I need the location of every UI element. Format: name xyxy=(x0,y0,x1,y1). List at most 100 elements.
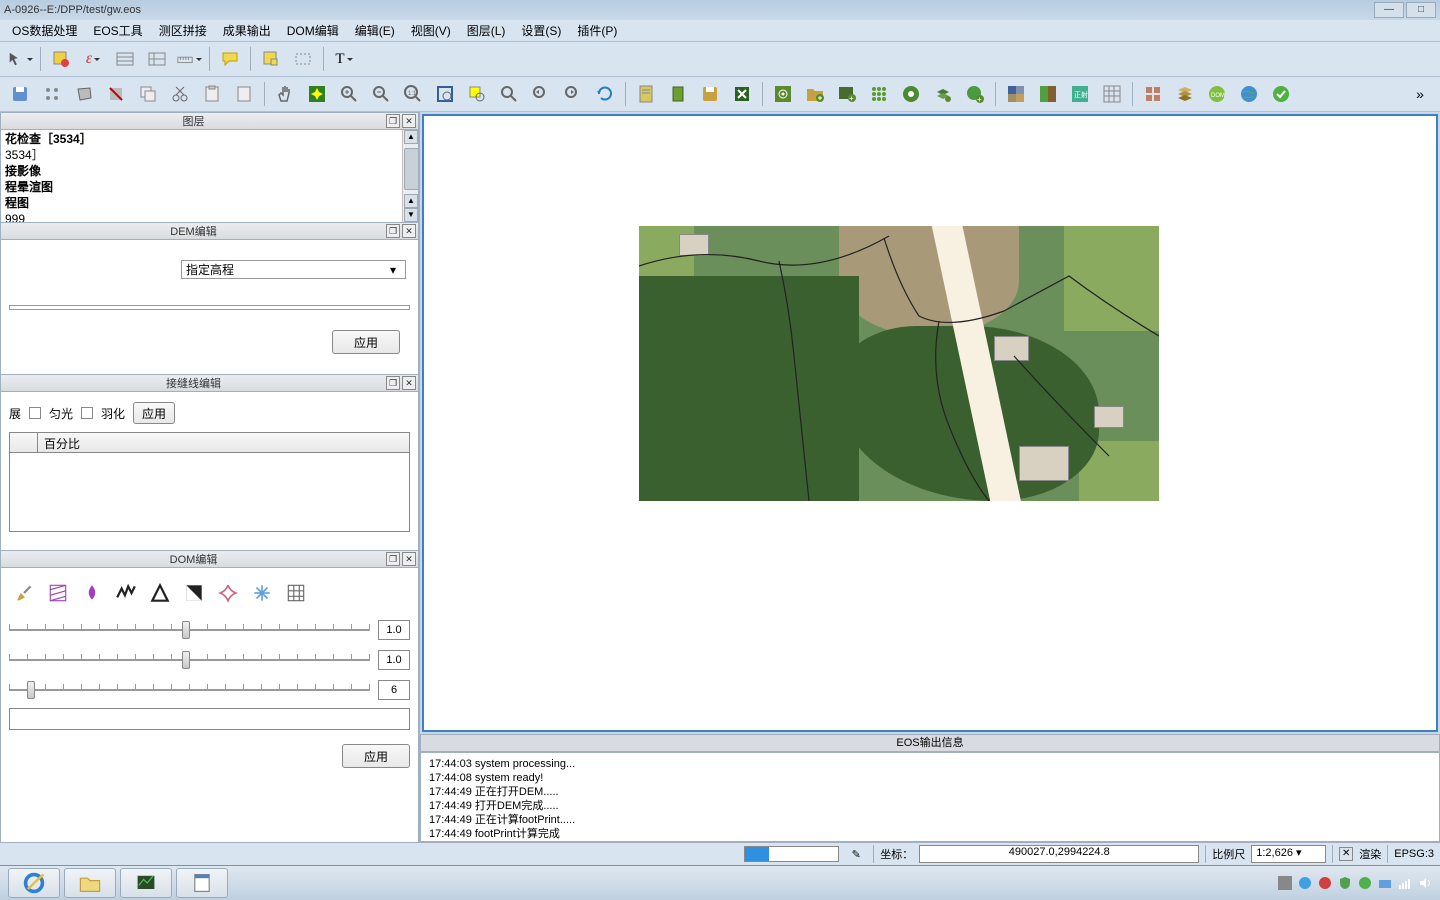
layer-item[interactable]: 程晕渲图 xyxy=(5,179,414,195)
dom-slider-3-value[interactable]: 6 xyxy=(378,680,410,700)
tool-zoom-sel-icon[interactable] xyxy=(463,80,491,108)
tool-globe-icon[interactable] xyxy=(1235,80,1263,108)
tool-globe-plus-icon[interactable]: + xyxy=(961,80,989,108)
layer-item[interactable]: 程图 xyxy=(5,195,414,211)
tool-zoom-prev-icon[interactable] xyxy=(527,80,555,108)
tool-paste-icon[interactable] xyxy=(198,80,226,108)
tool-save2-icon[interactable] xyxy=(696,80,724,108)
dom-grid-icon[interactable] xyxy=(283,580,309,606)
layer-item[interactable]: 接影像 xyxy=(5,163,414,179)
tray-icon[interactable] xyxy=(1278,876,1292,890)
dom-snow-icon[interactable] xyxy=(249,580,275,606)
menu-output[interactable]: 成果输出 xyxy=(215,20,279,41)
tool-raster2-icon[interactable] xyxy=(1034,80,1062,108)
tool-layers-gold-icon[interactable] xyxy=(1171,80,1199,108)
tool-epsilon[interactable]: ε xyxy=(79,45,107,73)
tray-network-icon[interactable] xyxy=(1378,876,1392,890)
tool-table1[interactable] xyxy=(111,45,139,73)
seam-col-percent[interactable]: 百分比 xyxy=(38,433,409,452)
dom-drop-icon[interactable] xyxy=(79,580,105,606)
taskbar-explorer-icon[interactable] xyxy=(64,868,116,898)
render-cancel-icon[interactable]: ✕ xyxy=(1339,847,1353,861)
dom-slider-1[interactable]: 1.0 xyxy=(9,618,410,642)
tool-more-icon[interactable]: » xyxy=(1406,80,1434,108)
tool-doc-yellow-icon[interactable] xyxy=(632,80,660,108)
panel-restore-icon[interactable]: ❐ xyxy=(386,376,400,390)
panel-close-icon[interactable]: ✕ xyxy=(402,224,416,238)
tray-volume-icon[interactable] xyxy=(1418,876,1432,890)
dom-slider-1-value[interactable]: 1.0 xyxy=(378,620,410,640)
panel-restore-icon[interactable]: ❐ xyxy=(386,114,400,128)
status-tool-icon[interactable]: ✎ xyxy=(845,844,867,864)
menu-edit[interactable]: 编辑(E) xyxy=(347,20,403,41)
panel-restore-icon[interactable]: ❐ xyxy=(386,224,400,238)
tool-comment[interactable] xyxy=(216,45,244,73)
tool-zoom-out-icon[interactable] xyxy=(367,80,395,108)
tool-circle-dom-icon[interactable]: DOM xyxy=(1203,80,1231,108)
taskbar-app1-icon[interactable] xyxy=(120,868,172,898)
tool-close-green-icon[interactable] xyxy=(728,80,756,108)
tool-zoom-11-icon[interactable]: 1:1 xyxy=(399,80,427,108)
tool-refresh-icon[interactable] xyxy=(591,80,619,108)
tool-disc-icon[interactable] xyxy=(897,80,925,108)
panel-close-icon[interactable]: ✕ xyxy=(402,552,416,566)
tool-zoom-next-icon[interactable] xyxy=(559,80,587,108)
dom-slider-2[interactable]: 1.0 xyxy=(9,648,410,672)
tool-clear-icon[interactable] xyxy=(102,80,130,108)
chevron-down-icon[interactable]: ▾ xyxy=(1296,847,1302,859)
window-minimize-button[interactable]: — xyxy=(1374,2,1404,18)
tool-tiles-icon[interactable] xyxy=(1139,80,1167,108)
tool-zoom-extent-icon[interactable] xyxy=(431,80,459,108)
panel-close-icon[interactable]: ✕ xyxy=(402,376,416,390)
dom-slider-2-value[interactable]: 1.0 xyxy=(378,650,410,670)
window-maximize-button[interactable]: □ xyxy=(1406,2,1436,18)
tool-layer-plus-icon[interactable] xyxy=(929,80,957,108)
menu-settings[interactable]: 设置(S) xyxy=(513,20,569,41)
tool-gear-icon[interactable] xyxy=(769,80,797,108)
tray-icon[interactable] xyxy=(1318,876,1332,890)
menu-eos-tool[interactable]: EOS工具 xyxy=(85,20,150,41)
menu-area-mosaic[interactable]: 测区拼接 xyxy=(151,20,215,41)
tool-new-layer[interactable] xyxy=(47,45,75,73)
layer-item[interactable]: 999 xyxy=(5,211,414,222)
menu-layer[interactable]: 图层(L) xyxy=(459,20,514,41)
panel-close-icon[interactable]: ✕ xyxy=(402,114,416,128)
scale-input[interactable]: 1:2,626 ▾ xyxy=(1251,845,1326,863)
map-viewport[interactable] xyxy=(422,114,1438,732)
dom-invert-icon[interactable] xyxy=(181,580,207,606)
tool-copy-icon[interactable] xyxy=(134,80,162,108)
tool-doc-icon[interactable] xyxy=(230,80,258,108)
dom-brush-icon[interactable] xyxy=(11,580,37,606)
dom-triangle-icon[interactable] xyxy=(147,580,173,606)
tool-cut-icon[interactable] xyxy=(166,80,194,108)
tool-sparkle-icon[interactable] xyxy=(303,80,331,108)
tool-pan-icon[interactable] xyxy=(271,80,299,108)
tool-rect-dash[interactable] xyxy=(289,45,317,73)
layer-item[interactable]: 3534］ xyxy=(5,147,414,163)
tool-arrow[interactable] xyxy=(6,45,34,73)
menu-view[interactable]: 视图(V) xyxy=(403,20,459,41)
tool-points-icon[interactable] xyxy=(38,80,66,108)
tool-polygon-icon[interactable] xyxy=(70,80,98,108)
tool-raster1-icon[interactable] xyxy=(1002,80,1030,108)
layer-item[interactable]: 花检查［3534］ xyxy=(5,131,414,147)
menu-dom-edit[interactable]: DOM编辑 xyxy=(279,20,347,41)
tool-clip[interactable] xyxy=(257,45,285,73)
scroll-down-icon[interactable]: ▼ xyxy=(404,208,418,222)
tray-shield-icon[interactable] xyxy=(1338,876,1352,890)
seam-col-index[interactable] xyxy=(10,433,38,452)
dom-slider-3[interactable]: 6 xyxy=(9,678,410,702)
layers-scrollbar[interactable]: ▲ ▲ ▼ xyxy=(402,130,418,222)
tool-check-circle-icon[interactable] xyxy=(1267,80,1295,108)
eos-output[interactable]: 17:44:03 system processing... 17:44:08 s… xyxy=(420,752,1440,842)
tool-text[interactable]: T xyxy=(330,45,358,73)
tray-icon[interactable] xyxy=(1298,876,1312,890)
dom-apply-button[interactable]: 应用 xyxy=(342,744,410,768)
tray-safe-icon[interactable] xyxy=(1358,876,1372,890)
tool-book-icon[interactable] xyxy=(664,80,692,108)
dom-star-icon[interactable] xyxy=(215,580,241,606)
tool-zoom-layer-icon[interactable] xyxy=(495,80,523,108)
scroll-up-icon[interactable]: ▲ xyxy=(404,130,418,144)
dem-mode-select[interactable]: 指定高程 ▾ xyxy=(181,260,406,279)
tool-grid-blue-icon[interactable] xyxy=(1098,80,1126,108)
